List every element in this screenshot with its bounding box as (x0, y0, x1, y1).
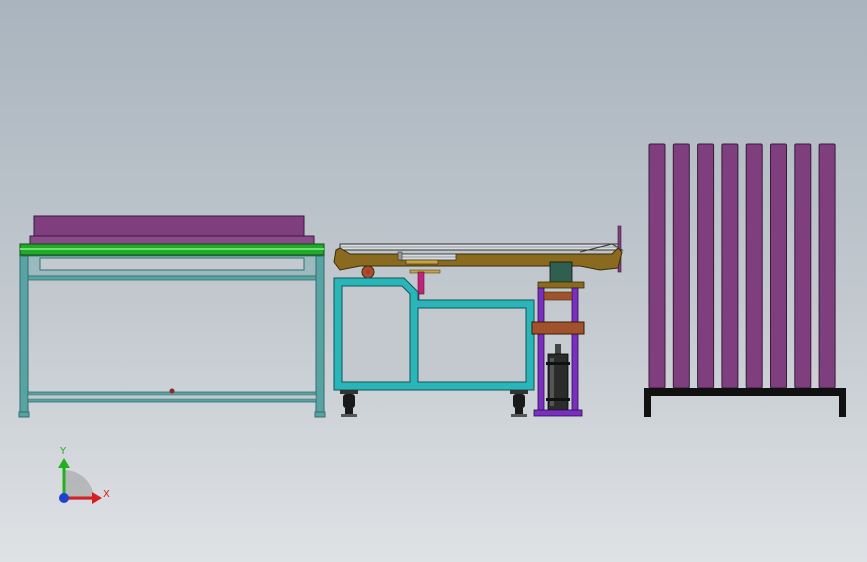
rack-panel (745, 143, 763, 389)
olive-carriage (333, 247, 623, 271)
origin-dot (59, 493, 69, 503)
caster-left (340, 390, 358, 417)
x-axis-label: X (103, 489, 110, 500)
panel-rack[interactable] (644, 143, 846, 417)
belt-base (29, 235, 315, 245)
assembly-drawing: Y X (18, 143, 846, 504)
table-leg-left (19, 255, 29, 418)
rack-panel (770, 143, 787, 389)
brown-bracket (531, 321, 585, 335)
tilt-cart-machine[interactable] (333, 225, 624, 417)
table-mid-rail (27, 275, 317, 281)
conveyor-table[interactable] (18, 215, 326, 418)
top-plate (33, 215, 305, 239)
rack-panel (794, 143, 812, 389)
y-axis-label: Y (59, 446, 67, 457)
caster-right (510, 390, 528, 417)
rack-panel (721, 143, 739, 389)
table-leg-right (315, 255, 325, 418)
cad-viewport[interactable]: Y X (0, 0, 867, 562)
magenta-link (417, 271, 425, 295)
rack-panel (648, 143, 666, 389)
rack-base (644, 388, 846, 396)
rack-panel (672, 143, 690, 389)
rack-panel (818, 143, 836, 389)
rack-panels (648, 143, 836, 389)
coordinate-triad: Y X (58, 446, 110, 504)
lift-column (531, 261, 585, 417)
rack-panel (697, 143, 715, 389)
small-fastener (169, 388, 175, 394)
